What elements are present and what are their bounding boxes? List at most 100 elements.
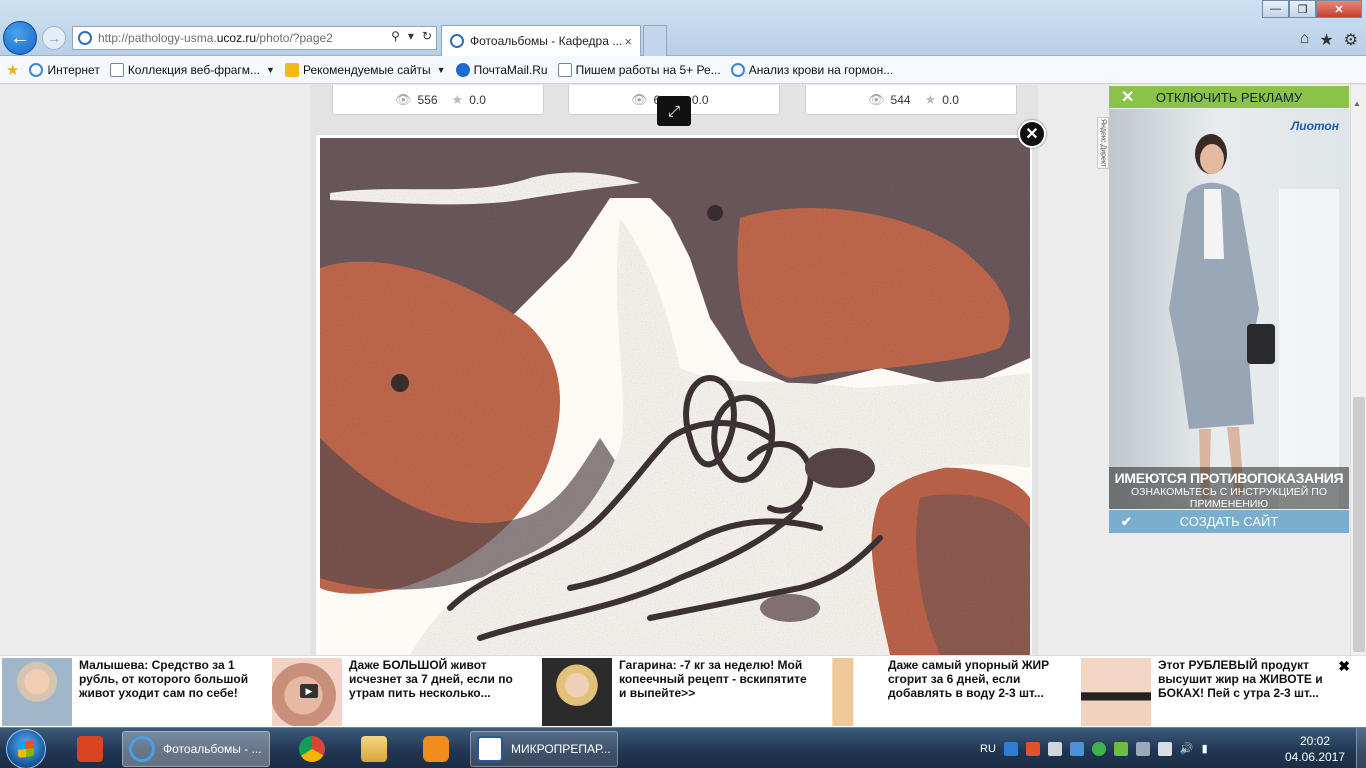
news-item[interactable]: ▶ Даже БОЛЬШОЙ живот исчезнет за 7 дней,…	[272, 658, 539, 726]
site-favicon-icon	[78, 31, 92, 45]
security-icon[interactable]	[1025, 741, 1040, 756]
back-button[interactable]: ←	[3, 21, 37, 55]
check-icon: ✔	[1121, 513, 1132, 529]
news-headline: Даже БОЛЬШОЙ живот исчезнет за 7 дней, е…	[349, 658, 513, 700]
search-icon[interactable]: ⚲	[391, 29, 400, 43]
taskbar-media-player[interactable]	[408, 731, 464, 767]
ad-disclaimer-subtitle: ОЗНАКОМЬТЕСЬ С ИНСТРУКЦИЕЙ ПО ПРИМЕНЕНИЮ	[1131, 486, 1327, 509]
favorite-essays[interactable]: Пишем работы на 5+ Ре...	[557, 62, 721, 77]
ie-icon	[29, 62, 44, 77]
page-icon	[109, 62, 124, 77]
create-site-label: Создать сайт	[1179, 514, 1279, 529]
news-item[interactable]: Малышева: Средство за 1 рубль, от которо…	[2, 658, 269, 726]
news-headline: Этот РУБЛЕВЫЙ продукт высушит жир на ЖИВ…	[1158, 658, 1323, 700]
taskbar-word-window[interactable]: МИКРОПРЕПАР...	[470, 731, 618, 767]
favorite-internet[interactable]: Интернет	[29, 62, 100, 77]
monitor-icon[interactable]	[1157, 741, 1172, 756]
usb-icon[interactable]	[1047, 741, 1062, 756]
ie-icon	[730, 62, 745, 77]
close-window-button[interactable]: ✕	[1316, 0, 1362, 18]
arrow-icon[interactable]	[1135, 741, 1150, 756]
tab-favicon-icon	[450, 34, 464, 48]
volume-icon[interactable]: 🔊	[1180, 742, 1194, 755]
address-bar[interactable]: http://pathology-usma.ucoz.ru/photo/?pag…	[72, 26, 437, 50]
favorite-web-slices[interactable]: Коллекция веб-фрагм... ▼	[109, 62, 275, 77]
chevron-down-icon: ▼	[266, 64, 275, 75]
taskbar-pinned-app[interactable]	[62, 731, 118, 767]
ad-disclaimer-title: ИМЕЮТСЯ ПРОТИВОПОКАЗАНИЯ	[1114, 470, 1344, 486]
home-icon[interactable]: ⌂	[1300, 30, 1310, 50]
maximize-button[interactable]: ❐	[1289, 0, 1316, 18]
ad-brand-label: Лиотон	[1291, 119, 1339, 133]
taskbar-ie-label: Фотоальбомы - ...	[163, 742, 262, 756]
shield-icon[interactable]	[1113, 741, 1128, 756]
news-thumbnail	[811, 658, 881, 726]
tab-photo-albums[interactable]: Фотоальбомы - Кафедра ... ×	[441, 25, 641, 56]
news-thumbnail	[542, 658, 612, 726]
page-viewport: 👁 556 ★ 0.0 👁 6 ★ 0.0 👁 544 ★ 0.0	[0, 85, 1366, 655]
mail-icon	[455, 62, 470, 77]
thumbnail-card[interactable]: 👁 544 ★ 0.0	[805, 85, 1017, 115]
fullscreen-button[interactable]: ⤢	[657, 96, 691, 126]
taskbar-chrome[interactable]	[284, 731, 340, 767]
star-icon[interactable]: ★	[1319, 30, 1333, 50]
rating-value: 0.0	[469, 92, 486, 107]
favorite-mail-ru[interactable]: ПочтаMail.Ru	[455, 62, 548, 77]
close-icon: ✕	[1121, 89, 1135, 106]
favorites-bar: ★ Интернет Коллекция веб-фрагм... ▼ Реко…	[0, 56, 1366, 84]
page-scrollbar[interactable]: ▲	[1350, 85, 1366, 655]
refresh-icon[interactable]: ↻	[422, 29, 432, 43]
media-app-icon	[77, 736, 103, 762]
taskbar-ie-window[interactable]: Фотоальбомы - ...	[122, 731, 270, 767]
browser-titlebar: ← → http://pathology-usma.ucoz.ru/photo/…	[0, 0, 1366, 56]
ad-disclaimer: ИМЕЮТСЯ ПРОТИВОПОКАЗАНИЯ ОЗНАКОМЬТЕСЬ С …	[1109, 467, 1349, 509]
thumbnail-card[interactable]: 👁 556 ★ 0.0	[332, 85, 544, 115]
favorite-blood-test[interactable]: Анализ крови на гормон...	[730, 62, 893, 77]
language-indicator[interactable]: RU	[980, 743, 996, 755]
signal-icon[interactable]: ▮	[1202, 742, 1208, 755]
display-icon[interactable]	[1069, 741, 1084, 756]
tab-close-icon[interactable]: ×	[624, 34, 632, 49]
play-icon: ▶	[300, 684, 318, 698]
views-count: 544	[890, 92, 911, 107]
expand-icon: ⤢	[667, 102, 680, 120]
news-item[interactable]: Даже самый упорный ЖИР сгорит за 6 дней,…	[811, 658, 1078, 726]
disable-ads-button[interactable]: ✕ Отключить рекламу	[1109, 86, 1349, 108]
taskbar: Фотоальбомы - ... МИКРОПРЕПАР... RU 🔊 ▮ …	[0, 727, 1366, 768]
ad-provider-label[interactable]: Яндекс.Директ	[1097, 117, 1109, 169]
close-lightbox-button[interactable]: ✕	[1018, 120, 1046, 148]
views-eye-icon: 👁	[868, 91, 885, 107]
scrollbar-thumb[interactable]	[1353, 397, 1365, 652]
favorites-star-icon[interactable]: ★	[6, 61, 19, 79]
close-news-icon[interactable]: ✖	[1338, 658, 1350, 675]
minimize-button[interactable]: —	[1262, 0, 1289, 18]
network-app-icon[interactable]	[1003, 741, 1018, 756]
show-desktop-button[interactable]	[1356, 728, 1366, 768]
start-button[interactable]	[6, 729, 46, 768]
chrome-icon	[299, 736, 325, 762]
system-tray: RU 🔊 ▮	[980, 728, 1208, 768]
rating-star-icon: ★	[451, 91, 464, 107]
gear-icon[interactable]: ⚙	[1344, 30, 1358, 50]
new-tab-button[interactable]	[643, 25, 667, 56]
scroll-up-icon[interactable]: ▲	[1353, 99, 1361, 108]
system-clock[interactable]: 20:02 04.06.2017	[1282, 733, 1348, 765]
news-thumbnail	[2, 658, 72, 726]
address-url[interactable]: http://pathology-usma.ucoz.ru/photo/?pag…	[98, 31, 333, 45]
favorite-suggested-sites[interactable]: Рекомендуемые сайты ▼	[284, 62, 446, 77]
forward-button[interactable]: →	[42, 26, 66, 50]
dropdown-arrow-icon[interactable]: ▾	[408, 29, 414, 43]
clock-date: 04.06.2017	[1284, 750, 1346, 764]
news-item[interactable]: Гагарина: -7 кг за неделю! Мой копеечный…	[542, 658, 809, 726]
news-item[interactable]: Этот РУБЛЕВЫЙ продукт высушит жир на ЖИВ…	[1081, 658, 1348, 726]
side-ad-banner[interactable]: Лиотон ИМЕЮТСЯ ПРОТИВОПОКАЗАНИЯ ОЗНАКОМЬ…	[1109, 109, 1349, 509]
window-controls: — ❐ ✕	[1262, 0, 1362, 18]
taskbar-explorer[interactable]	[346, 731, 402, 767]
page-icon	[557, 62, 572, 77]
news-headline: Гагарина: -7 кг за неделю! Мой копеечный…	[619, 658, 807, 700]
create-site-button[interactable]: ✔ Создать сайт	[1109, 510, 1349, 533]
micrograph-image[interactable]	[320, 138, 1030, 655]
ad-woman-illustration	[1169, 134, 1339, 509]
torrent-icon[interactable]	[1091, 741, 1106, 756]
media-player-icon	[423, 736, 449, 762]
